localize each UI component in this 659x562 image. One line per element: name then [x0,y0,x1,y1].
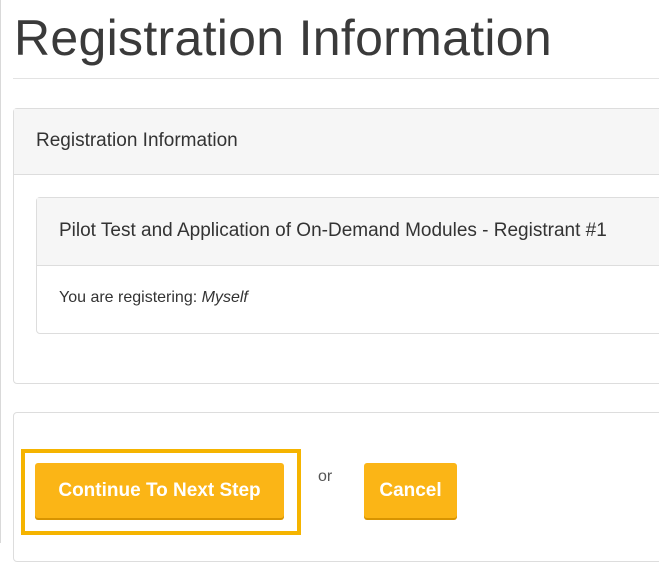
registrant-panel-heading: Pilot Test and Application of On-Demand … [37,198,659,266]
registrant-title: Pilot Test and Application of On-Demand … [59,220,607,241]
cancel-button[interactable]: Cancel [364,463,457,518]
title-divider [13,78,659,79]
registering-info: You are registering: Myself [59,289,248,307]
registration-panel: Registration Information Pilot Test and … [13,108,659,384]
registering-label: You are registering: [59,289,202,306]
registering-value: Myself [201,289,248,306]
registration-panel-heading: Registration Information [14,109,659,175]
page-title: Registration Information [14,10,553,66]
continue-to-next-step-button[interactable]: Continue To Next Step [35,463,284,518]
or-separator: or [318,468,333,485]
registrant-panel: Pilot Test and Application of On-Demand … [36,197,659,334]
registration-panel-title: Registration Information [36,130,238,151]
